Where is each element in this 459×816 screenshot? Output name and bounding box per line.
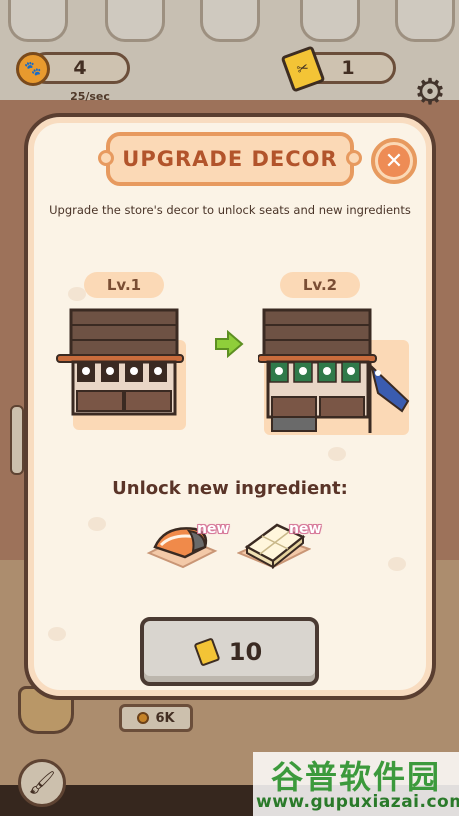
new-tag: new xyxy=(289,521,322,537)
current-level-label: Lv.1 xyxy=(106,276,142,294)
watermark-url: www.gupuxiazai.com xyxy=(256,792,459,812)
upgrade-buy-button[interactable]: 10 xyxy=(140,617,319,686)
paw-coin-icon: 🐾 xyxy=(16,52,50,86)
next-level-label: Lv.2 xyxy=(302,276,338,294)
banner-knob xyxy=(346,150,362,166)
shop-lv1-image xyxy=(56,308,184,416)
title-banner: UPGRADE DECOR xyxy=(98,132,362,186)
close-icon: ✕ xyxy=(378,145,410,177)
upgrade-cost: 10 xyxy=(228,637,263,666)
current-level-badge: Lv.1 xyxy=(84,272,164,298)
shop-lv2-image xyxy=(258,308,410,433)
ticket-icon xyxy=(193,636,221,667)
dialog-subtitle: Upgrade the store's decor to unlock seat… xyxy=(49,203,411,217)
arrow-right-icon xyxy=(215,330,244,358)
next-level-badge: Lv.2 xyxy=(280,272,360,298)
dialog-title: UPGRADE DECOR xyxy=(122,147,338,171)
unlock-title: Unlock new ingredient: xyxy=(112,478,348,499)
new-tag: new xyxy=(197,521,230,537)
close-button[interactable]: ✕ xyxy=(371,138,417,184)
banner-knob xyxy=(98,150,114,166)
